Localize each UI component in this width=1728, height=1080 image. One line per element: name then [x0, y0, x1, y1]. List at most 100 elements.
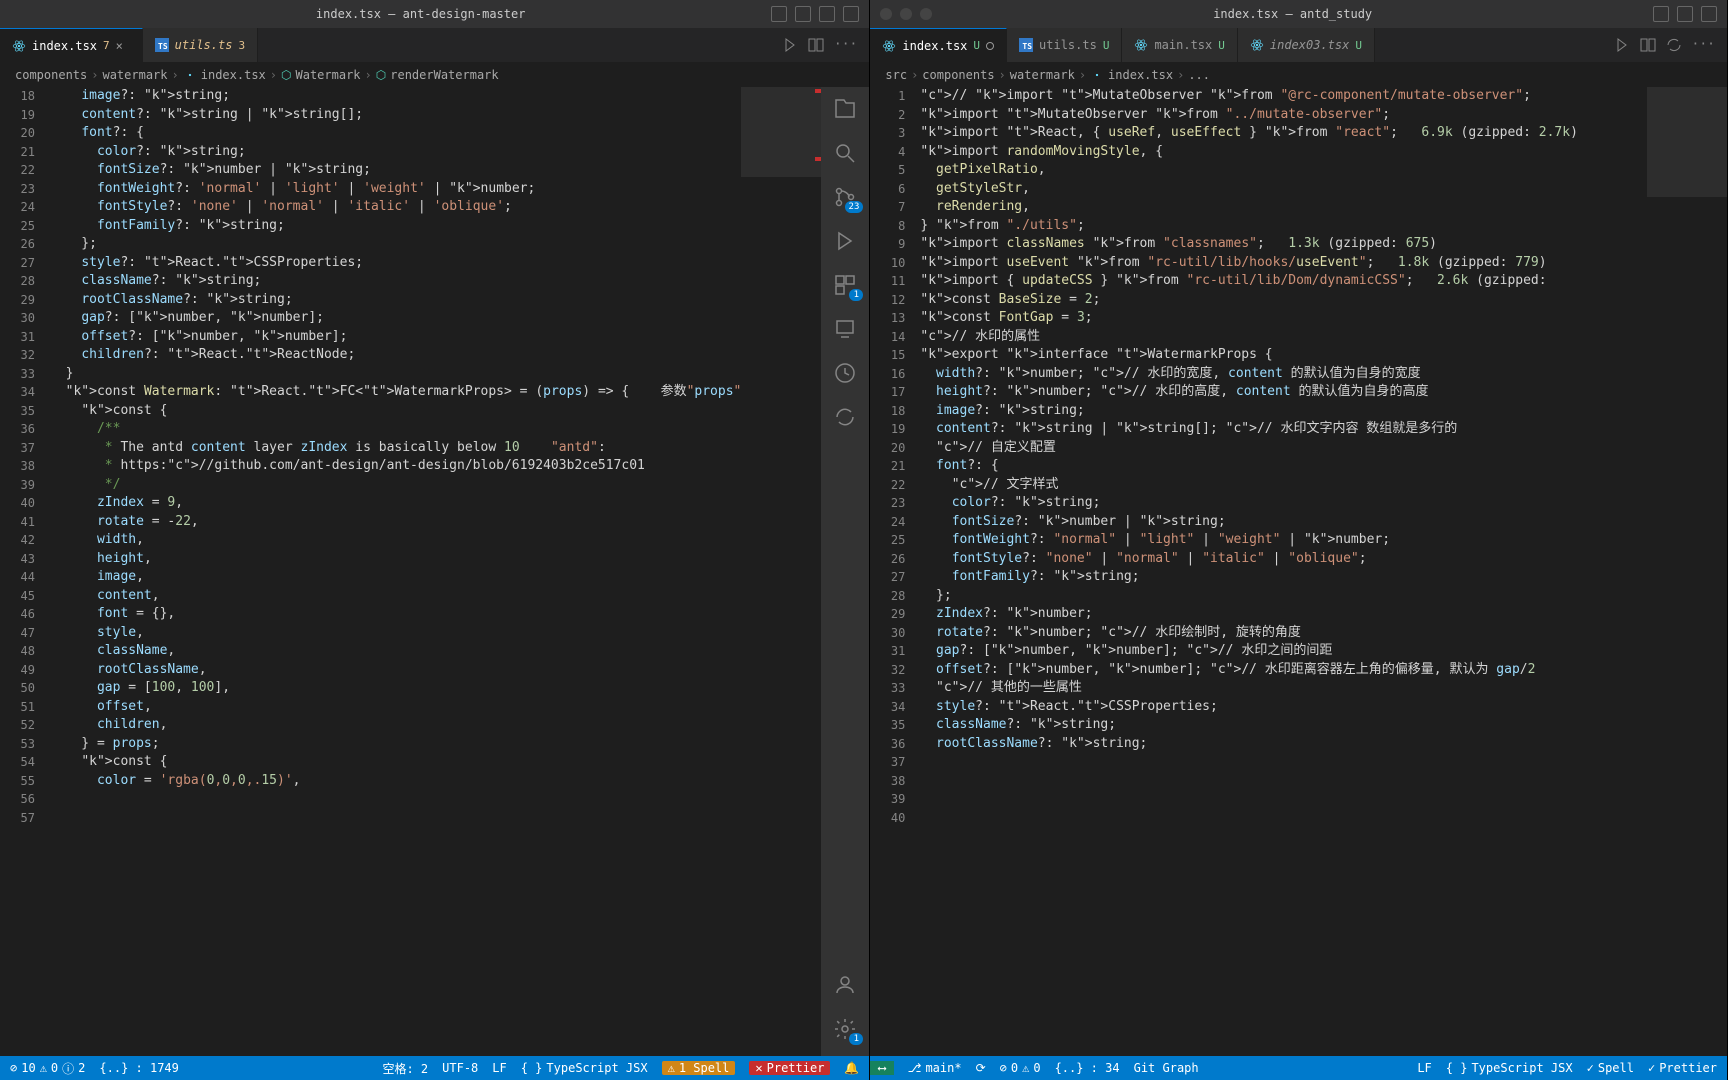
minimap[interactable] — [741, 87, 821, 1056]
problems-item[interactable]: ⊘ 0 ⚠ 0 — [1000, 1061, 1041, 1075]
editor-actions: ··· — [782, 37, 869, 53]
breadcrumb-left[interactable]: components› watermark› index.tsx› ⬡Water… — [0, 63, 869, 87]
tab-main-tsx[interactable]: main.tsxU — [1122, 28, 1237, 62]
minimap-error-marker — [815, 89, 821, 93]
cursor-item[interactable]: {..} : 34 — [1055, 1061, 1120, 1075]
breadcrumb-item[interactable]: watermark — [102, 68, 167, 82]
code-content[interactable]: "c">// "k">import "t">MutateObserver "k"… — [920, 87, 1647, 1056]
activity-bar: 23 1 1 — [821, 87, 869, 1056]
timeline-icon[interactable] — [833, 361, 857, 385]
typescript-icon: TS — [1019, 38, 1033, 52]
lang-item[interactable]: { } TypeScript JSX — [521, 1061, 648, 1075]
panel-bottom-icon[interactable] — [795, 6, 811, 22]
spell-item[interactable]: ⚠ 1 Spell — [662, 1061, 736, 1075]
breadcrumb-item[interactable]: components — [922, 68, 994, 82]
refresh-icon[interactable] — [833, 405, 857, 429]
breadcrumb-item[interactable]: index.tsx — [201, 68, 266, 82]
maximize-window[interactable] — [920, 8, 932, 20]
breadcrumb-item[interactable]: index.tsx — [1108, 68, 1173, 82]
layout-controls — [771, 6, 859, 22]
tab-index-tsx[interactable]: index.tsx U — [870, 28, 1007, 62]
editor-right[interactable]: 1234567891011121314151617181920212223242… — [870, 87, 1727, 1056]
encoding-item[interactable]: UTF-8 — [442, 1061, 478, 1075]
tab-utils-ts[interactable]: TS utils.ts U — [1007, 28, 1122, 62]
breadcrumb-item[interactable]: watermark — [1010, 68, 1075, 82]
react-icon — [1090, 68, 1104, 82]
breadcrumb-item[interactable]: components — [15, 68, 87, 82]
breadcrumb-item[interactable]: ... — [1188, 68, 1210, 82]
tab-label: index03.tsx — [1270, 38, 1349, 52]
tab-badge: 3 — [238, 39, 245, 52]
tab-label: index.tsx — [902, 39, 967, 53]
react-icon — [1134, 38, 1148, 52]
panel-bottom-icon[interactable] — [1677, 6, 1693, 22]
close-icon[interactable]: × — [116, 39, 130, 53]
modified-dot — [986, 42, 994, 50]
breadcrumb-right[interactable]: src› components› watermark› index.tsx› .… — [870, 63, 1727, 87]
explorer-icon[interactable] — [833, 97, 857, 121]
panel-right-icon[interactable] — [1701, 6, 1717, 22]
prettier-item[interactable]: ✕ Prettier — [749, 1061, 830, 1075]
spaces-item[interactable]: 空格: 2 — [382, 1060, 428, 1077]
tab-bar-right: index.tsxUTSutils.tsUmain.tsxUindex03.ts… — [870, 28, 1727, 63]
ext-badge: 1 — [849, 289, 863, 301]
notifications-icon[interactable]: 🔔 — [844, 1061, 859, 1075]
refresh-icon[interactable] — [1666, 37, 1682, 53]
panel-left-icon[interactable] — [771, 6, 787, 22]
sync-item[interactable]: ⟳ — [976, 1061, 986, 1075]
tab-utils-ts[interactable]: TS utils.ts 3 — [143, 28, 258, 62]
split-icon[interactable] — [1640, 37, 1656, 53]
debug-icon[interactable] — [833, 229, 857, 253]
tab-index-tsx[interactable]: index.tsx 7 × — [0, 28, 143, 62]
eol-item[interactable]: LF — [1417, 1061, 1431, 1075]
editor-left[interactable]: 1819202122232425262728293031323334353637… — [0, 87, 821, 1056]
titlebar-right: index.tsx — antd_study — [870, 0, 1727, 28]
breadcrumb-item[interactable]: src — [885, 68, 907, 82]
breadcrumb-item[interactable]: renderWatermark — [390, 68, 498, 82]
customize-layout-icon[interactable] — [843, 6, 859, 22]
prettier-item[interactable]: ✓ Prettier — [1648, 1061, 1717, 1075]
titlebar-left: index.tsx — ant-design-master — [0, 0, 869, 28]
extensions-icon[interactable]: 1 — [833, 273, 857, 297]
react-icon — [1250, 38, 1264, 52]
branch-item[interactable]: ⎇ main* — [908, 1061, 962, 1075]
window-title: index.tsx — antd_study — [932, 7, 1653, 21]
remote-item[interactable]: ⟷ — [870, 1061, 893, 1075]
breadcrumb-item[interactable]: Watermark — [296, 68, 361, 82]
tab-badge: U — [1218, 39, 1225, 52]
run-icon[interactable] — [1614, 37, 1630, 53]
tab-label: index.tsx — [32, 39, 97, 53]
minimap-error-marker — [815, 157, 821, 161]
close-window[interactable] — [880, 8, 892, 20]
account-icon[interactable] — [833, 973, 857, 997]
problems-item[interactable]: ⊘ 10 ⚠ 0 ⓘ 2 — [10, 1060, 85, 1077]
tab-bar-left: index.tsx 7 × TS utils.ts 3 ··· — [0, 28, 869, 63]
panel-right-icon[interactable] — [819, 6, 835, 22]
more-icon[interactable]: ··· — [1692, 37, 1715, 53]
tab-badge: U — [1103, 39, 1110, 52]
remote-icon[interactable] — [833, 317, 857, 341]
gitgraph-item[interactable]: Git Graph — [1134, 1061, 1199, 1075]
spell-item[interactable]: ✓ Spell — [1587, 1061, 1634, 1075]
tab-index03-tsx[interactable]: index03.tsxU — [1238, 28, 1375, 62]
code-content[interactable]: image?: "k">string; content?: "k">string… — [50, 87, 741, 1056]
tab-label: utils.ts — [1039, 38, 1097, 52]
tab-badge: 7 — [103, 39, 110, 52]
settings-icon[interactable]: 1 — [833, 1017, 857, 1041]
json-count[interactable]: {..} : 1749 — [99, 1061, 178, 1075]
run-icon[interactable] — [782, 37, 798, 53]
tab-badge: U — [973, 39, 980, 52]
react-icon — [183, 68, 197, 82]
panel-left-icon[interactable] — [1653, 6, 1669, 22]
split-icon[interactable] — [808, 37, 824, 53]
minimize-window[interactable] — [900, 8, 912, 20]
typescript-icon: TS — [155, 38, 169, 52]
search-icon[interactable] — [833, 141, 857, 165]
minimap[interactable] — [1647, 87, 1727, 1056]
scm-icon[interactable]: 23 — [833, 185, 857, 209]
statusbar-right: ⟷ ⎇ main* ⟳ ⊘ 0 ⚠ 0 {..} : 34 Git Graph … — [870, 1056, 1727, 1080]
more-icon[interactable]: ··· — [834, 37, 857, 53]
lang-item[interactable]: { } TypeScript JSX — [1446, 1061, 1573, 1075]
right-window: index.tsx — antd_study index.tsx U TS utils… — [870, 0, 1728, 1080]
eol-item[interactable]: LF — [492, 1061, 506, 1075]
